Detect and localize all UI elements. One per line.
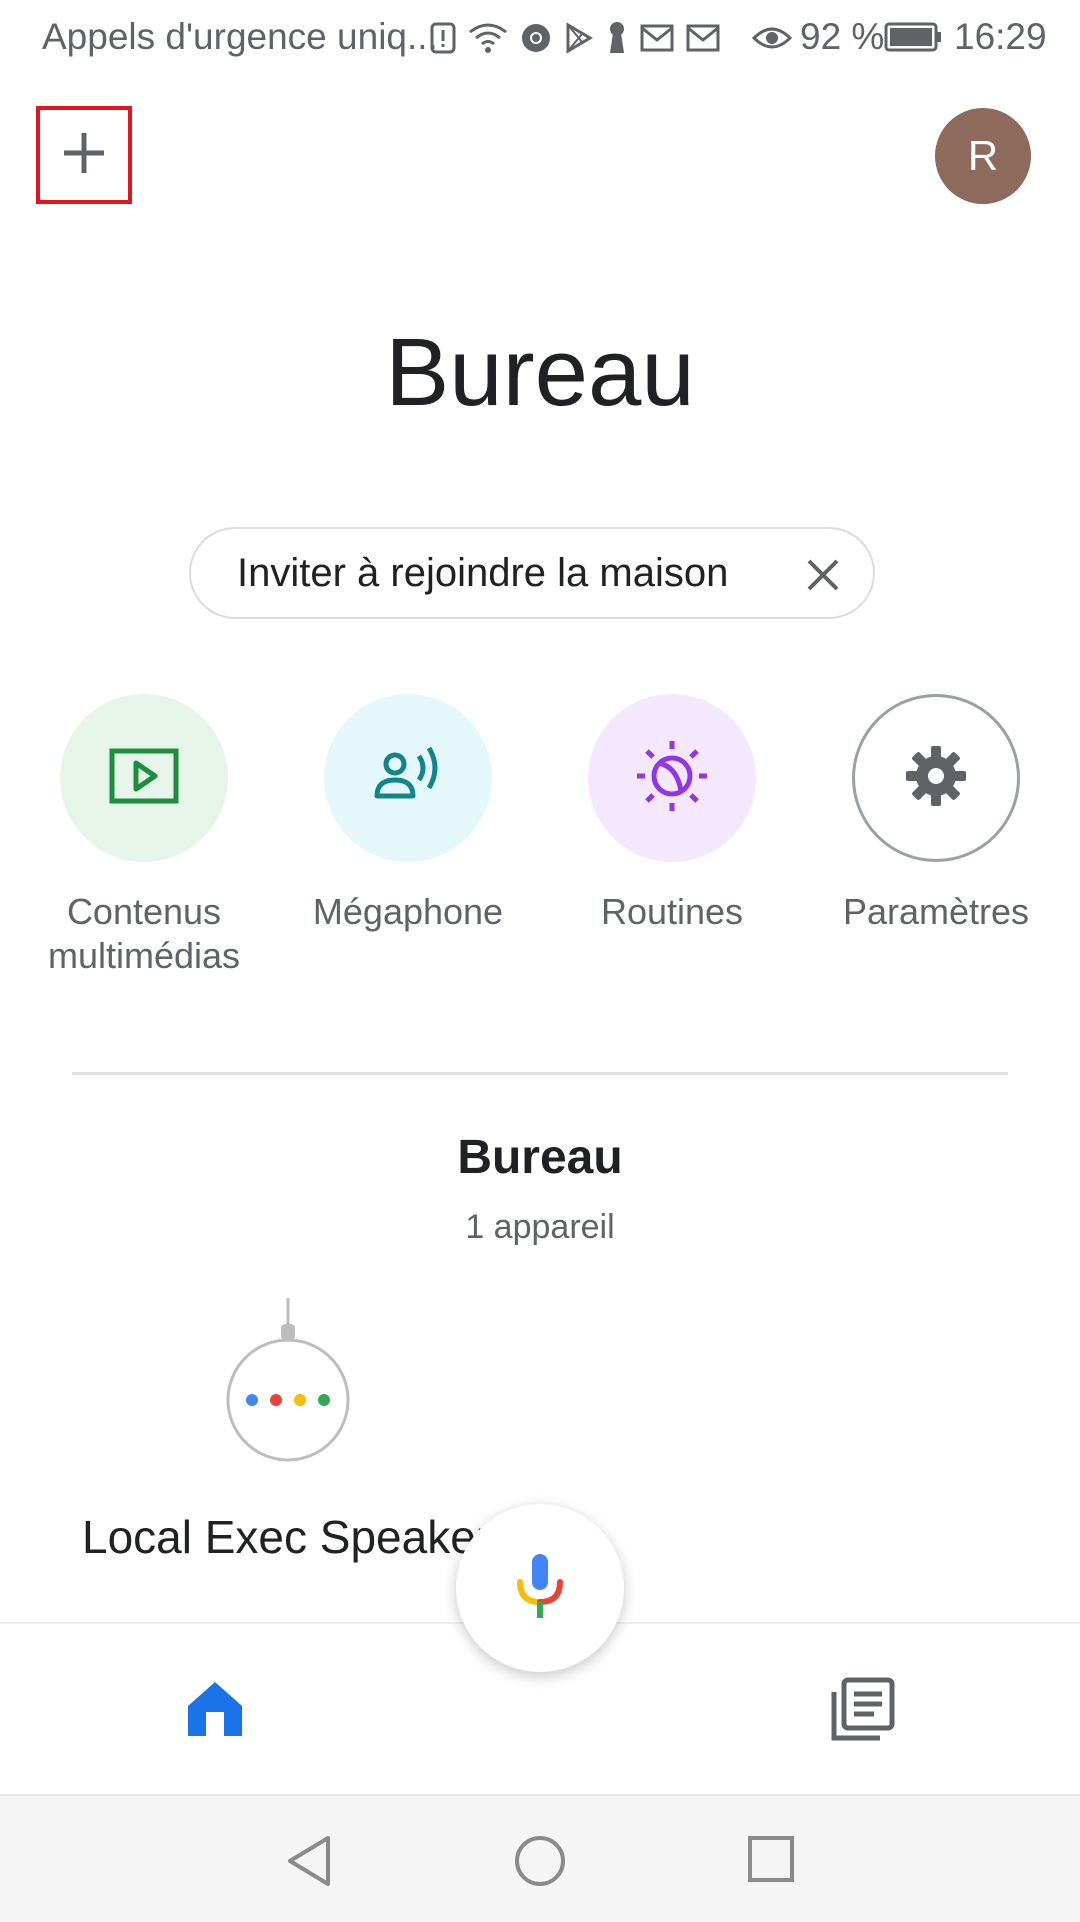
status-bar: Appels d'urgence uniq... 92 % 16:29 xyxy=(0,0,1080,76)
media-play-icon xyxy=(109,748,179,809)
feed-icon[interactable] xyxy=(830,1676,896,1747)
assistant-mic-button[interactable] xyxy=(456,1504,624,1672)
google-home-mini-icon xyxy=(226,1298,350,1462)
action-routines-circle xyxy=(588,694,756,862)
clock: 16:29 xyxy=(954,16,1047,57)
action-media[interactable]: Contenus multimédias xyxy=(24,694,264,978)
action-routines[interactable]: Routines xyxy=(552,694,792,934)
keyhole-icon xyxy=(606,21,628,55)
play-store-icon xyxy=(564,22,594,54)
home-icon[interactable] xyxy=(184,1678,246,1745)
action-settings[interactable]: Paramètres xyxy=(816,694,1056,934)
plus-icon xyxy=(62,131,106,180)
invite-chip-label: Inviter à rejoindre la maison xyxy=(237,551,729,595)
broadcast-icon xyxy=(373,746,443,811)
speaker-device[interactable] xyxy=(224,1298,354,1468)
action-settings-circle xyxy=(852,694,1020,862)
action-broadcast-circle xyxy=(324,694,492,862)
action-media-circle xyxy=(60,694,228,862)
battery-icon xyxy=(884,22,942,57)
gmail-icon xyxy=(686,24,720,52)
home-circle-icon[interactable] xyxy=(513,1834,567,1893)
routines-icon xyxy=(633,737,711,820)
battery-percent: 92 % xyxy=(800,16,885,57)
divider xyxy=(72,1072,1008,1075)
system-nav-bar xyxy=(0,1794,1080,1922)
avatar[interactable]: R xyxy=(935,108,1031,204)
action-media-text: Contenus multimédias xyxy=(47,891,241,976)
invite-chip[interactable]: Inviter à rejoindre la maison xyxy=(189,527,875,619)
alert-icon xyxy=(430,22,456,54)
gmail-icon xyxy=(640,24,674,52)
recents-icon[interactable] xyxy=(746,1834,796,1889)
mic-icon xyxy=(515,1552,565,1625)
close-icon[interactable] xyxy=(805,557,841,593)
gear-icon xyxy=(904,744,968,813)
room-device-count: 1 appareil xyxy=(465,1208,615,1246)
add-button[interactable] xyxy=(36,106,132,204)
action-routines-label: Routines xyxy=(600,891,744,932)
avatar-initial: R xyxy=(967,132,999,179)
back-icon[interactable] xyxy=(284,1834,334,1893)
wifi-icon xyxy=(468,22,508,54)
action-broadcast-label: Mégaphone xyxy=(312,891,504,932)
page-title: Bureau xyxy=(385,319,695,426)
action-broadcast[interactable]: Mégaphone xyxy=(288,694,528,934)
eye-icon xyxy=(752,24,792,52)
action-settings-label: Paramètres xyxy=(842,891,1030,932)
action-media-label: Contenus multimédias xyxy=(24,890,264,978)
status-icons xyxy=(430,16,792,60)
room-title: Bureau xyxy=(457,1131,623,1184)
device-name[interactable]: Local Exec Speaker xyxy=(82,1510,491,1564)
chrome-icon xyxy=(520,22,552,54)
status-carrier-text: Appels d'urgence uniq... xyxy=(42,16,438,57)
